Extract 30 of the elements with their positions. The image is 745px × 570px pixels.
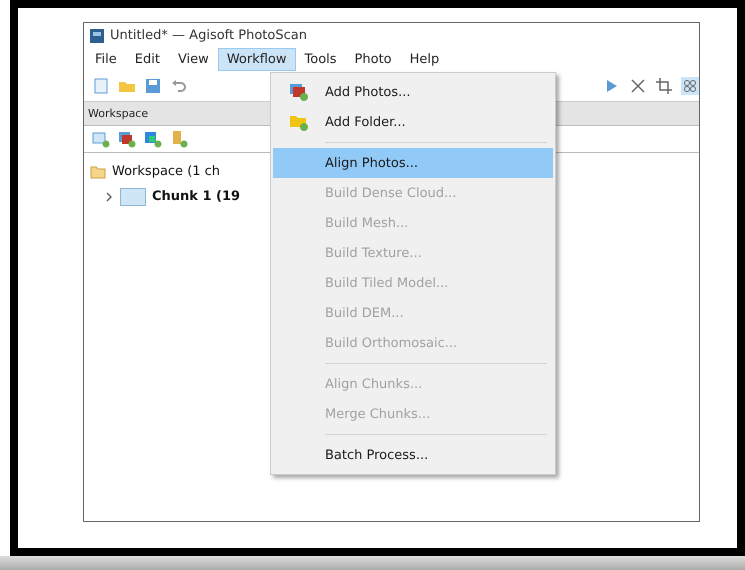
folder-icon — [90, 164, 106, 178]
menu-entry[interactable]: Add Folder... — [273, 107, 553, 137]
undo-icon[interactable] — [170, 77, 188, 95]
menu-entry[interactable]: Add Photos... — [273, 77, 553, 107]
shapes-add-icon[interactable] — [170, 130, 188, 148]
close-icon[interactable] — [629, 77, 647, 95]
chunk-icon — [120, 188, 146, 206]
menu-entry[interactable]: Batch Process... — [273, 440, 553, 470]
grid-icon[interactable] — [681, 77, 699, 95]
menu-item[interactable]: Edit — [126, 48, 169, 71]
window-title: Untitled* — Agisoft PhotoScan — [110, 28, 307, 43]
menu-entry[interactable]: Align Photos... — [273, 148, 553, 178]
tree-item[interactable]: Chunk 1 (19 — [152, 189, 240, 204]
app-icon — [90, 28, 104, 42]
menu-item[interactable]: Workflow — [218, 48, 296, 71]
photos-add-icon[interactable] — [118, 130, 136, 148]
menu-item[interactable]: View — [168, 48, 218, 71]
chevron-icon[interactable] — [104, 192, 114, 202]
menu-item[interactable]: Help — [400, 48, 448, 71]
menu-item[interactable]: Photo — [346, 48, 401, 71]
panel-title: Workspace — [88, 107, 148, 120]
markers-add-icon[interactable] — [144, 130, 162, 148]
photos-add-icon — [289, 82, 309, 102]
crop-icon[interactable] — [655, 77, 673, 95]
menu-item[interactable]: File — [86, 48, 126, 71]
menu-item[interactable]: Tools — [296, 48, 346, 71]
new-document-icon[interactable] — [92, 77, 110, 95]
save-icon[interactable] — [144, 77, 162, 95]
tree-item[interactable]: Workspace (1 ch — [112, 164, 220, 179]
add-chunk-icon[interactable] — [92, 130, 110, 148]
